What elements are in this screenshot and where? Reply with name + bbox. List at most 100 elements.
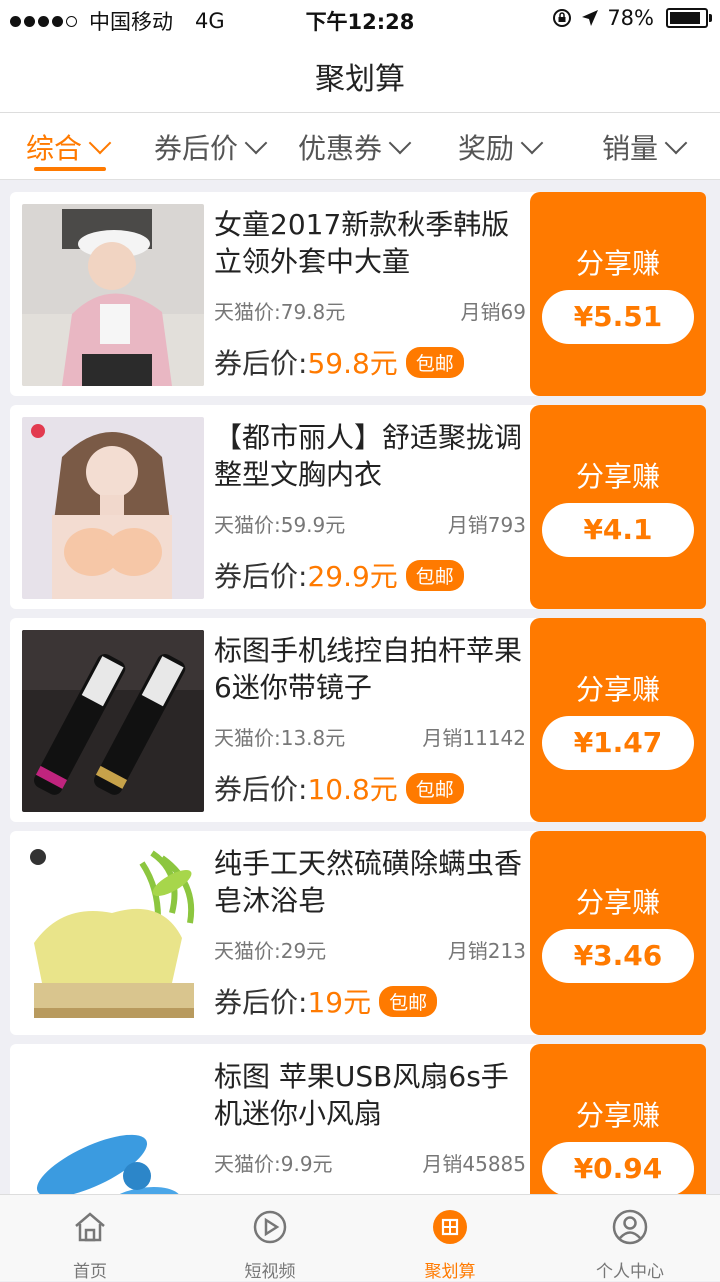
product-meta: 天猫价:79.8元 月销69 bbox=[214, 296, 526, 324]
bottom-tab-bar: 首页 短视频 聚划算 个人中心 bbox=[0, 1194, 720, 1282]
tmall-price: 天猫价:13.8元 bbox=[214, 726, 346, 750]
tab-juhuasuan[interactable]: 聚划算 bbox=[360, 1195, 540, 1282]
share-label: 分享赚 bbox=[575, 247, 660, 280]
chevron-down-icon bbox=[88, 131, 112, 155]
monthly-sales: 月销11142 bbox=[422, 726, 526, 750]
coupon-price-row: 券后价: 29.9元 包邮 bbox=[214, 555, 526, 595]
product-card[interactable]: 女童2017新款秋季韩版立领外套中大童 天猫价:79.8元 月销69 券后价: … bbox=[10, 192, 706, 396]
product-meta: 天猫价:59.9元 月销793 bbox=[214, 509, 526, 537]
product-image bbox=[22, 843, 204, 1025]
product-name: 女童2017新款秋季韩版立领外套中大童 bbox=[214, 208, 510, 278]
tab-coupon[interactable]: 优惠券 bbox=[298, 127, 412, 167]
coupon-price-row: 券后价: 59.8元 包邮 bbox=[214, 342, 526, 382]
tmall-price: 天猫价:9.9元 bbox=[214, 1152, 333, 1176]
nav-bar: 聚划算 bbox=[0, 36, 720, 113]
share-earn-button[interactable]: ¥4.1 bbox=[542, 503, 694, 557]
status-right: 78% bbox=[551, 6, 712, 30]
tmall-price: 天猫价:29元 bbox=[214, 939, 327, 963]
product-card[interactable]: 纯手工天然硫磺除螨虫香皂沐浴皂 天猫价:29元 月销213 券后价: 19元 包… bbox=[10, 831, 706, 1035]
tab-profile[interactable]: 个人中心 bbox=[540, 1195, 720, 1282]
share-earn-button[interactable]: ¥1.47 bbox=[542, 716, 694, 770]
tab-label: 综合 bbox=[26, 132, 83, 165]
share-earn-button[interactable]: ¥5.51 bbox=[542, 290, 694, 344]
monthly-sales: 月销793 bbox=[447, 513, 526, 537]
tmall-price: 天猫价:59.9元 bbox=[214, 513, 346, 537]
share-earn-button[interactable]: ¥0.94 bbox=[542, 1142, 694, 1196]
active-tab-indicator bbox=[34, 167, 106, 171]
rotation-lock-icon bbox=[553, 9, 572, 27]
product-card[interactable]: 标图手机线控自拍杆苹果6迷你带镜子 天猫价:13.8元 月销11142 券后价:… bbox=[10, 618, 706, 822]
ju-icon bbox=[433, 1210, 467, 1244]
product-meta: 天猫价:13.8元 月销11142 bbox=[214, 722, 526, 750]
status-bar: 中国移动 4G 下午12:28 78% bbox=[0, 0, 720, 36]
share-label: 分享赚 bbox=[575, 460, 660, 493]
battery-icon bbox=[666, 8, 712, 28]
product-image bbox=[22, 204, 204, 386]
tab-coupon-price[interactable]: 券后价 bbox=[154, 127, 268, 167]
coupon-price-label: 券后价: bbox=[214, 773, 308, 806]
share-panel: 分享赚 ¥5.51 bbox=[530, 192, 706, 396]
share-label: 分享赚 bbox=[575, 1099, 660, 1132]
coupon-price: 19元 bbox=[307, 986, 372, 1019]
user-icon bbox=[612, 1209, 648, 1245]
product-meta: 天猫价:29元 月销213 bbox=[214, 935, 526, 963]
tab-label: 聚划算 bbox=[424, 1262, 476, 1282]
tab-label: 优惠券 bbox=[298, 132, 383, 165]
product-info: 女童2017新款秋季韩版立领外套中大童 天猫价:79.8元 月销69 券后价: … bbox=[214, 206, 526, 382]
tab-reward[interactable]: 奖励 bbox=[458, 127, 544, 167]
tmall-price: 天猫价:79.8元 bbox=[214, 300, 346, 324]
tab-short-video[interactable]: 短视频 bbox=[180, 1195, 360, 1282]
tab-home[interactable]: 首页 bbox=[0, 1195, 180, 1282]
product-info: 标图手机线控自拍杆苹果6迷你带镜子 天猫价:13.8元 月销11142 券后价:… bbox=[214, 632, 526, 808]
product-card[interactable]: 【都市丽人】舒适聚拢调整型文胸内衣 天猫价:59.9元 月销793 券后价: 2… bbox=[10, 405, 706, 609]
tab-label: 券后价 bbox=[154, 132, 239, 165]
coupon-price: 59.8元 bbox=[307, 347, 398, 380]
product-meta: 天猫价:9.9元 月销45885 bbox=[214, 1148, 526, 1176]
product-name: 纯手工天然硫磺除螨虫香皂沐浴皂 bbox=[214, 847, 523, 917]
battery-percent: 78% bbox=[607, 6, 654, 30]
tab-sales[interactable]: 销量 bbox=[602, 127, 688, 167]
coupon-price-label: 券后价: bbox=[214, 560, 308, 593]
free-shipping-badge: 包邮 bbox=[405, 559, 464, 591]
sort-tabs: 综合 券后价 优惠券 奖励 销量 bbox=[0, 113, 720, 180]
share-panel: 分享赚 ¥4.1 bbox=[530, 405, 706, 609]
coupon-price-row: 券后价: 10.8元 包邮 bbox=[214, 768, 526, 808]
monthly-sales: 月销69 bbox=[460, 300, 526, 324]
product-image bbox=[22, 630, 204, 812]
free-shipping-badge: 包邮 bbox=[405, 772, 464, 804]
product-image bbox=[22, 417, 204, 599]
share-panel: 分享赚 ¥1.47 bbox=[530, 618, 706, 822]
tab-label: 首页 bbox=[73, 1262, 107, 1282]
monthly-sales: 月销213 bbox=[447, 939, 526, 963]
chevron-down-icon bbox=[664, 131, 688, 155]
tab-label: 奖励 bbox=[458, 132, 515, 165]
monthly-sales: 月销45885 bbox=[422, 1152, 526, 1176]
tab-label: 短视频 bbox=[244, 1262, 296, 1282]
tab-label: 销量 bbox=[602, 132, 659, 165]
share-label: 分享赚 bbox=[575, 673, 660, 706]
share-label: 分享赚 bbox=[575, 886, 660, 919]
product-info: 纯手工天然硫磺除螨虫香皂沐浴皂 天猫价:29元 月销213 券后价: 19元 包… bbox=[214, 845, 526, 1021]
page-title: 聚划算 bbox=[315, 62, 405, 97]
product-info: 标图 苹果USB风扇6s手机迷你小风扇 天猫价:9.9元 月销45885 bbox=[214, 1058, 526, 1176]
share-panel: 分享赚 ¥3.46 bbox=[530, 831, 706, 1035]
chevron-down-icon bbox=[388, 131, 412, 155]
coupon-price-label: 券后价: bbox=[214, 347, 308, 380]
free-shipping-badge: 包邮 bbox=[379, 985, 438, 1017]
chevron-down-icon bbox=[244, 131, 268, 155]
product-name: 标图 苹果USB风扇6s手机迷你小风扇 bbox=[214, 1060, 509, 1130]
coupon-price: 10.8元 bbox=[307, 773, 398, 806]
product-info: 【都市丽人】舒适聚拢调整型文胸内衣 天猫价:59.9元 月销793 券后价: 2… bbox=[214, 419, 526, 595]
chevron-down-icon bbox=[520, 131, 544, 155]
location-icon bbox=[582, 10, 599, 26]
coupon-price-label: 券后价: bbox=[214, 986, 308, 1019]
coupon-price: 29.9元 bbox=[307, 560, 398, 593]
tab-label: 个人中心 bbox=[596, 1262, 664, 1282]
share-earn-button[interactable]: ¥3.46 bbox=[542, 929, 694, 983]
product-name: 标图手机线控自拍杆苹果6迷你带镜子 bbox=[214, 634, 523, 704]
tab-comprehensive[interactable]: 综合 bbox=[26, 127, 112, 167]
play-icon bbox=[253, 1210, 287, 1244]
product-name: 【都市丽人】舒适聚拢调整型文胸内衣 bbox=[214, 421, 523, 491]
home-icon bbox=[75, 1212, 105, 1242]
coupon-price-row: 券后价: 19元 包邮 bbox=[214, 981, 526, 1021]
